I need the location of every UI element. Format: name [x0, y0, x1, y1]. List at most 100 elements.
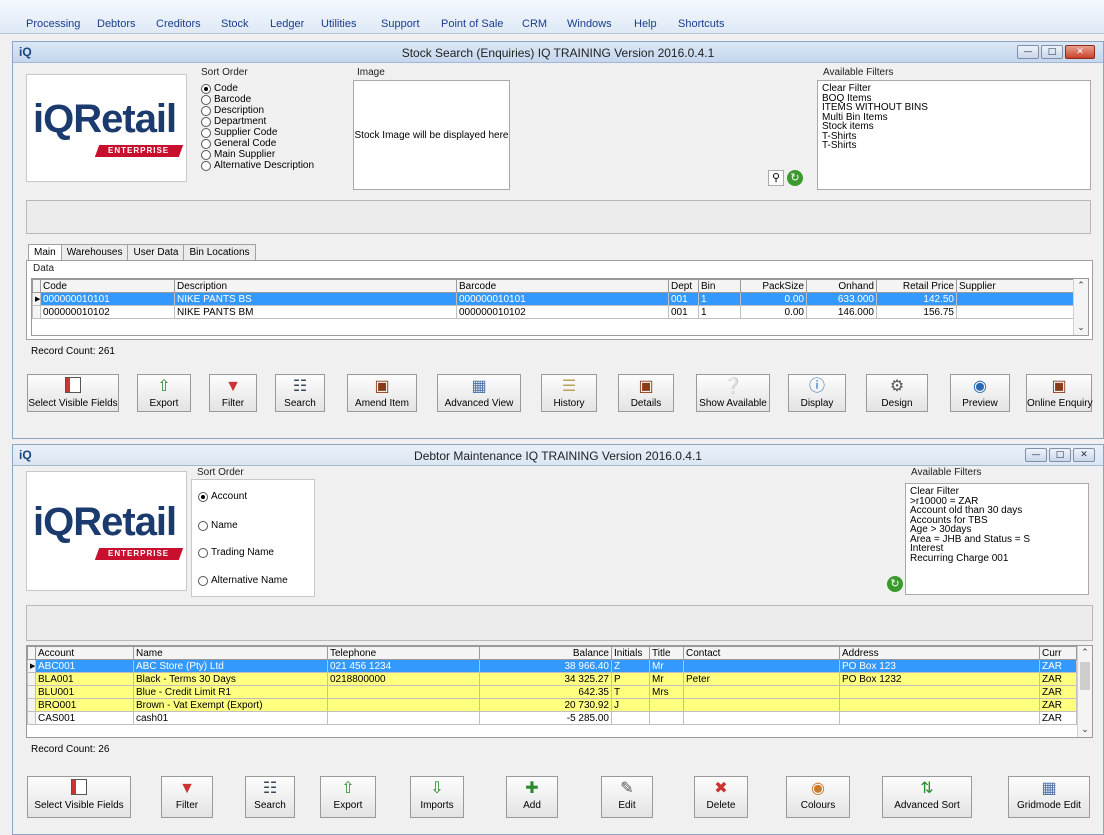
table-cell[interactable]: 1 — [698, 305, 741, 319]
table-cell[interactable]: ABC001 — [35, 659, 134, 673]
column-header[interactable]: Telephone — [327, 646, 480, 660]
table-cell[interactable]: 156.75 — [876, 305, 957, 319]
table-row[interactable]: BRO001 Brown - Vat Exempt (Export) 20 73… — [27, 698, 1077, 712]
table-cell[interactable] — [649, 698, 684, 712]
search-button[interactable]: ☷ Search — [275, 374, 325, 412]
table-cell[interactable]: NIKE PANTS BM — [174, 305, 457, 319]
column-header[interactable]: Retail Price — [876, 279, 957, 293]
details-button[interactable]: ▣ Details — [618, 374, 674, 412]
scroll-down-icon[interactable]: ⌄ — [1078, 723, 1092, 737]
menu-shortcuts[interactable]: Shortcuts — [678, 18, 724, 30]
scroll-up-icon[interactable]: ⌃ — [1074, 279, 1088, 293]
table-row[interactable]: BLA001 Black - Terms 30 Days 0218800000 … — [27, 672, 1077, 686]
filter-item[interactable]: Recurring Charge 001 — [910, 553, 1084, 564]
gridmode-edit-button[interactable]: ▦ Gridmode Edit — [1008, 776, 1090, 818]
search-button[interactable]: ☷ Search — [245, 776, 295, 818]
table-cell[interactable]: 001 — [668, 292, 699, 306]
menu-ledger[interactable]: Ledger — [270, 18, 304, 30]
refresh-icon[interactable]: ↻ — [787, 170, 803, 186]
sort-option-alternative-description[interactable]: Alternative Description — [201, 160, 314, 171]
close-button[interactable]: ✕ — [1065, 45, 1095, 59]
filter-button[interactable]: ▼ Filter — [209, 374, 257, 412]
table-cell[interactable]: Mr — [649, 659, 684, 673]
advanced-view-button[interactable]: ▦ Advanced View — [437, 374, 521, 412]
tab-user-data[interactable]: User Data — [127, 244, 185, 260]
search-strip[interactable] — [26, 605, 1093, 641]
menu-support[interactable]: Support — [381, 18, 420, 30]
column-header[interactable]: Supplier — [956, 279, 1074, 293]
table-cell[interactable] — [683, 685, 840, 699]
amend-item-button[interactable]: ▣ Amend Item — [347, 374, 417, 412]
menu-point-of-sale[interactable]: Point of Sale — [441, 18, 503, 30]
table-cell[interactable]: 001 — [668, 305, 699, 319]
imports-button[interactable]: ⇩ Imports — [410, 776, 464, 818]
table-cell[interactable] — [839, 698, 1040, 712]
sort-option-main-supplier[interactable]: Main Supplier — [201, 149, 314, 160]
display-button[interactable]: ⓘ Display — [788, 374, 846, 412]
tab-bin-locations[interactable]: Bin Locations — [183, 244, 256, 260]
key-icon[interactable]: ⚲ — [768, 170, 784, 186]
table-cell[interactable] — [683, 711, 840, 725]
table-row[interactable]: CAS001 cash01 -5 285.00 ZAR — [27, 711, 1077, 725]
table-cell[interactable] — [611, 711, 650, 725]
menu-debtors[interactable]: Debtors — [97, 18, 136, 30]
column-header[interactable]: Title — [649, 646, 684, 660]
menu-crm[interactable]: CRM — [522, 18, 547, 30]
search-strip[interactable] — [26, 200, 1091, 234]
table-cell[interactable]: PO Box 1232 — [839, 672, 1040, 686]
close-button[interactable]: ✕ — [1073, 448, 1095, 462]
table-cell[interactable]: P — [611, 672, 650, 686]
tab-main[interactable]: Main — [28, 244, 62, 261]
colours-button[interactable]: ◉ Colours — [786, 776, 850, 818]
add-button[interactable]: ✚ Add — [506, 776, 558, 818]
column-header[interactable]: Name — [133, 646, 328, 660]
sort-option-alternative-name[interactable]: Alternative Name — [198, 575, 288, 586]
table-cell[interactable]: BRO001 — [35, 698, 134, 712]
column-header[interactable]: Code — [40, 279, 175, 293]
filter-button[interactable]: ▼ Filter — [161, 776, 213, 818]
refresh-icon[interactable]: ↻ — [887, 576, 903, 592]
table-cell[interactable] — [683, 659, 840, 673]
sort-option-general-code[interactable]: General Code — [201, 138, 314, 149]
column-header[interactable]: Description — [174, 279, 457, 293]
table-cell[interactable]: ZAR — [1039, 711, 1077, 725]
table-cell[interactable]: 38 966.40 — [479, 659, 612, 673]
table-cell[interactable]: T — [611, 685, 650, 699]
scroll-up-icon[interactable]: ⌃ — [1078, 646, 1092, 660]
sort-option-department[interactable]: Department — [201, 116, 314, 127]
menu-processing[interactable]: Processing — [26, 18, 80, 30]
column-header[interactable]: Contact — [683, 646, 840, 660]
table-cell[interactable] — [327, 711, 480, 725]
table-cell[interactable]: PO Box 123 — [839, 659, 1040, 673]
filter-item[interactable]: Stock items — [822, 122, 1086, 132]
column-header[interactable]: PackSize — [740, 279, 807, 293]
preview-button[interactable]: ◉ Preview — [950, 374, 1010, 412]
sort-option-description[interactable]: Description — [201, 105, 314, 116]
scroll-down-icon[interactable]: ⌄ — [1074, 321, 1088, 335]
column-header[interactable]: Bin — [698, 279, 741, 293]
column-header[interactable]: Dept — [668, 279, 699, 293]
column-header[interactable]: Curr — [1039, 646, 1077, 660]
table-cell[interactable]: 0218800000 — [327, 672, 480, 686]
table-cell[interactable]: 000000010102 — [40, 305, 175, 319]
table-cell[interactable]: 021 456 1234 — [327, 659, 480, 673]
select-visible-fields-button[interactable]: Select Visible Fields — [27, 776, 131, 818]
table-cell[interactable]: -5 285.00 — [479, 711, 612, 725]
table-cell[interactable]: Z — [611, 659, 650, 673]
table-cell[interactable]: Mrs — [649, 685, 684, 699]
table-row[interactable]: ▶ 000000010101 NIKE PANTS BS 00000001010… — [32, 292, 1074, 306]
vertical-scrollbar[interactable]: ⌃ ⌄ — [1077, 646, 1092, 737]
table-cell[interactable]: 142.50 — [876, 292, 957, 306]
filter-item[interactable]: T-Shirts — [822, 141, 1086, 151]
table-cell[interactable] — [956, 292, 1074, 306]
column-header[interactable]: Account — [35, 646, 134, 660]
minimize-button[interactable]: — — [1017, 45, 1039, 59]
column-header[interactable]: Initials — [611, 646, 650, 660]
table-cell[interactable] — [683, 698, 840, 712]
table-cell[interactable] — [839, 685, 1040, 699]
table-cell[interactable] — [327, 685, 480, 699]
table-cell[interactable]: 20 730.92 — [479, 698, 612, 712]
table-row[interactable]: 000000010102 NIKE PANTS BM 000000010102 … — [32, 305, 1074, 319]
table-cell[interactable]: BLU001 — [35, 685, 134, 699]
table-cell[interactable] — [649, 711, 684, 725]
